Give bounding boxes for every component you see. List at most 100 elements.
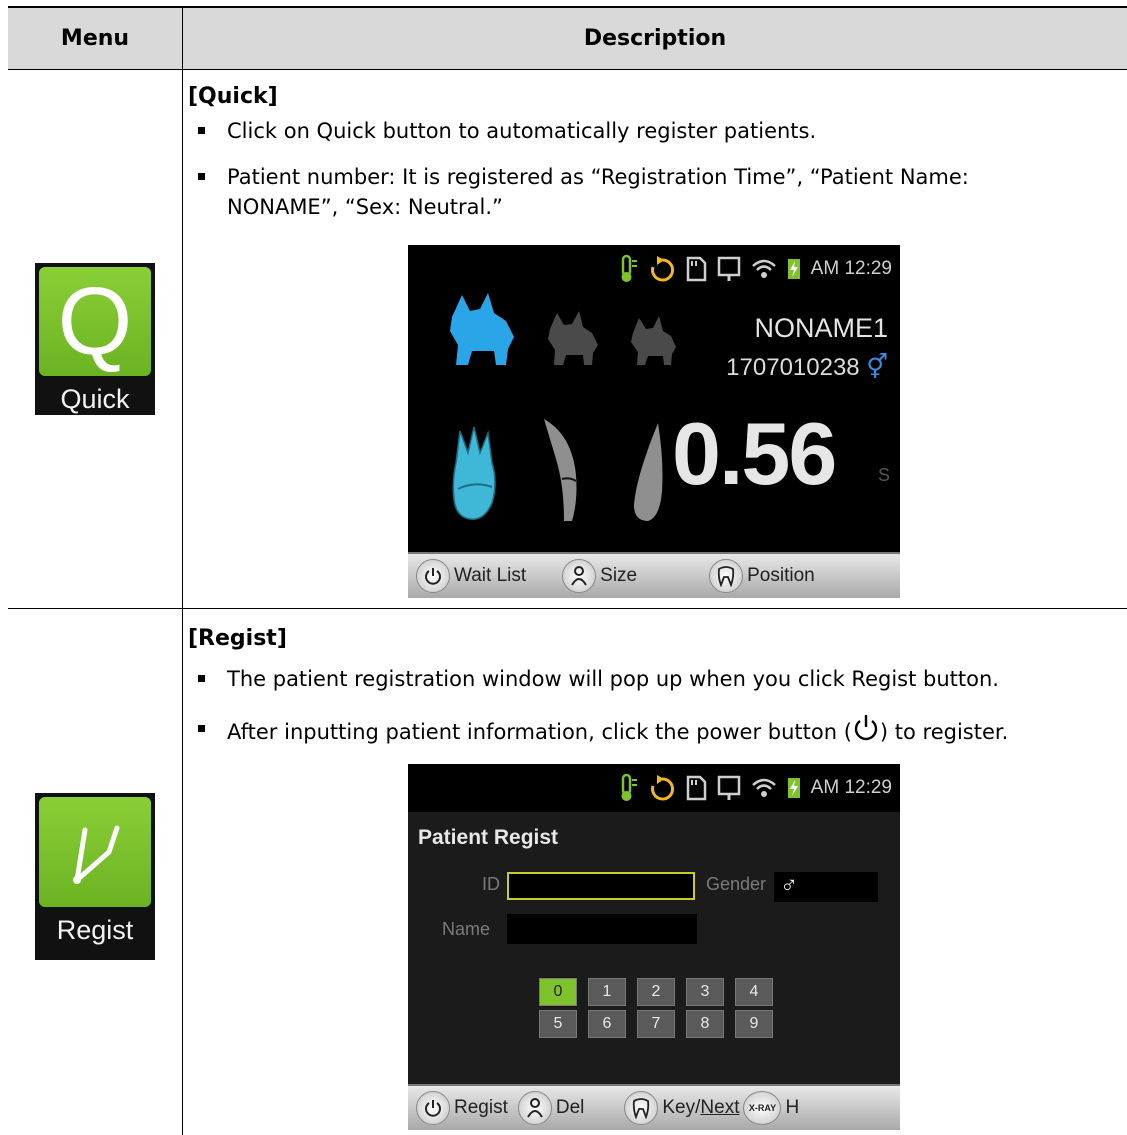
id-label: ID — [482, 874, 500, 894]
xray-label: X-RAY — [748, 1103, 777, 1113]
key-5[interactable]: 5 — [539, 1010, 577, 1038]
header-description-label: Description — [583, 26, 727, 51]
key-7[interactable]: 7 — [637, 1010, 675, 1038]
quick-bullet-1-text: Click on Quick button to automatically r… — [227, 119, 817, 143]
regist-icon-label: Regist — [56, 915, 134, 945]
measurement-unit: S — [878, 465, 891, 485]
quick-glyph: Q — [57, 267, 133, 375]
patient-name: NONAME1 — [754, 313, 888, 343]
person-icon — [562, 559, 597, 593]
key-next-button[interactable]: Key/Next — [624, 1091, 739, 1125]
sd-card-icon — [686, 775, 706, 801]
thermometer-icon — [621, 254, 637, 282]
key-0[interactable]: 0 — [539, 978, 577, 1006]
id-input[interactable] — [507, 872, 695, 900]
header-menu: Menu — [8, 8, 182, 69]
status-time: AM 12:29 — [810, 777, 892, 798]
status-bar: AM 12:29 — [408, 764, 900, 812]
name-input[interactable] — [507, 914, 697, 944]
dog-size-small-icon — [631, 316, 676, 365]
row-divider — [8, 608, 1127, 609]
patient-id: 1707010238 — [726, 354, 860, 381]
quick-bottom-bar: Wait List Size Position — [408, 552, 900, 598]
bullet-marker — [198, 173, 205, 180]
quick-bullet-2-cont-text: NONAME”, “Sex: Neutral.” — [227, 195, 503, 219]
xray-h-button[interactable]: X-RAY H — [743, 1091, 799, 1125]
regist-button[interactable]: Regist — [416, 1091, 508, 1125]
regist-bullet-2-text: After inputting patient information, cli… — [227, 714, 1008, 747]
header-description: Description — [183, 8, 1127, 69]
regist-button-label: Regist — [454, 1097, 508, 1118]
gender-label: Gender — [706, 874, 767, 894]
header-bottom-border — [8, 69, 1127, 70]
wifi-icon — [751, 778, 776, 797]
header-menu-label: Menu — [60, 26, 130, 51]
power-icon — [416, 559, 450, 593]
quick-menu-icon[interactable]: Q Quick — [35, 263, 155, 415]
dog-size-medium-icon — [548, 311, 598, 365]
regist-bottom-bar: Regist Del Key/Next X-RAY H — [408, 1084, 900, 1130]
number-keypad: 0 1 2 3 4 5 6 7 8 9 — [539, 978, 773, 1038]
tooth-icon — [709, 559, 744, 593]
regist-menu-icon[interactable]: Regist — [35, 793, 155, 960]
tooth-incisor-icon — [634, 423, 663, 521]
size-button[interactable]: Size — [562, 559, 637, 593]
patient-id-row: 1707010238 ⚥ — [726, 353, 888, 382]
status-time: AM 12:29 — [810, 258, 892, 279]
refresh-icon — [650, 775, 674, 801]
position-button[interactable]: Position — [709, 559, 815, 593]
tooth-molar-icon — [452, 426, 496, 520]
tooth-icon — [624, 1091, 659, 1125]
regist-device-screen: AM 12:29 Patient Regist ID Gender ♂ Name… — [408, 764, 900, 1130]
wait-list-button[interactable]: Wait List — [416, 559, 526, 593]
power-icon — [416, 1091, 450, 1125]
key-6[interactable]: 6 — [588, 1010, 626, 1038]
del-button[interactable]: Del — [517, 1091, 585, 1125]
gender-select[interactable]: ♂ — [774, 872, 878, 902]
bullet-marker — [198, 127, 205, 134]
key-2[interactable]: 2 — [637, 978, 675, 1006]
quick-tile: Q — [39, 267, 151, 376]
del-label: Del — [555, 1097, 585, 1118]
quick-device-screen: AM 12:29 NONAME1 1707010238 ⚥ 0.56 S Wai… — [408, 245, 900, 598]
person-icon — [517, 1091, 552, 1125]
key-4[interactable]: 4 — [735, 978, 773, 1006]
thermometer-icon — [621, 773, 637, 801]
measurement-value: 0.56 — [672, 404, 837, 503]
position-label: Position — [747, 565, 815, 586]
battery-icon — [787, 259, 800, 279]
sd-card-icon — [686, 256, 706, 282]
next-label: Next — [700, 1097, 740, 1118]
dog-size-large-icon — [450, 293, 514, 365]
sensor-icon — [717, 775, 740, 800]
xray-icon: X-RAY — [743, 1091, 782, 1125]
sensor-icon — [717, 256, 740, 281]
regist-tile — [39, 797, 151, 907]
status-bar: AM 12:29 — [408, 245, 900, 293]
quick-title: [Quick] — [188, 84, 278, 109]
name-label: Name — [442, 919, 491, 939]
quick-icon-label: Quick — [60, 384, 130, 414]
wifi-icon — [751, 259, 776, 278]
regist-bullet-1-text: The patient registration window will pop… — [227, 667, 999, 691]
key-9[interactable]: 9 — [735, 1010, 773, 1038]
neutral-gender-icon: ⚥ — [866, 354, 888, 381]
refresh-icon — [650, 256, 674, 282]
regist-bullet-2-part2: ) to register. — [879, 720, 1009, 744]
key-8[interactable]: 8 — [686, 1010, 724, 1038]
key-1[interactable]: 1 — [588, 978, 626, 1006]
key-3[interactable]: 3 — [686, 978, 724, 1006]
tooth-canine-icon — [544, 419, 577, 521]
bullet-marker — [198, 675, 205, 682]
power-icon — [854, 715, 878, 741]
regist-bullet-2-part1: After inputting patient information, cli… — [227, 720, 852, 744]
bullet-marker — [198, 725, 205, 732]
quick-bullet-2-text: Patient number: It is registered as “Reg… — [227, 165, 969, 189]
key-label: Key/ — [662, 1097, 701, 1118]
male-gender-icon: ♂ — [780, 872, 798, 899]
window-title: Patient Regist — [418, 826, 559, 849]
pen-icon — [73, 825, 120, 884]
battery-icon — [787, 778, 800, 798]
size-label: Size — [600, 565, 638, 586]
regist-title: [Regist] — [188, 626, 287, 651]
